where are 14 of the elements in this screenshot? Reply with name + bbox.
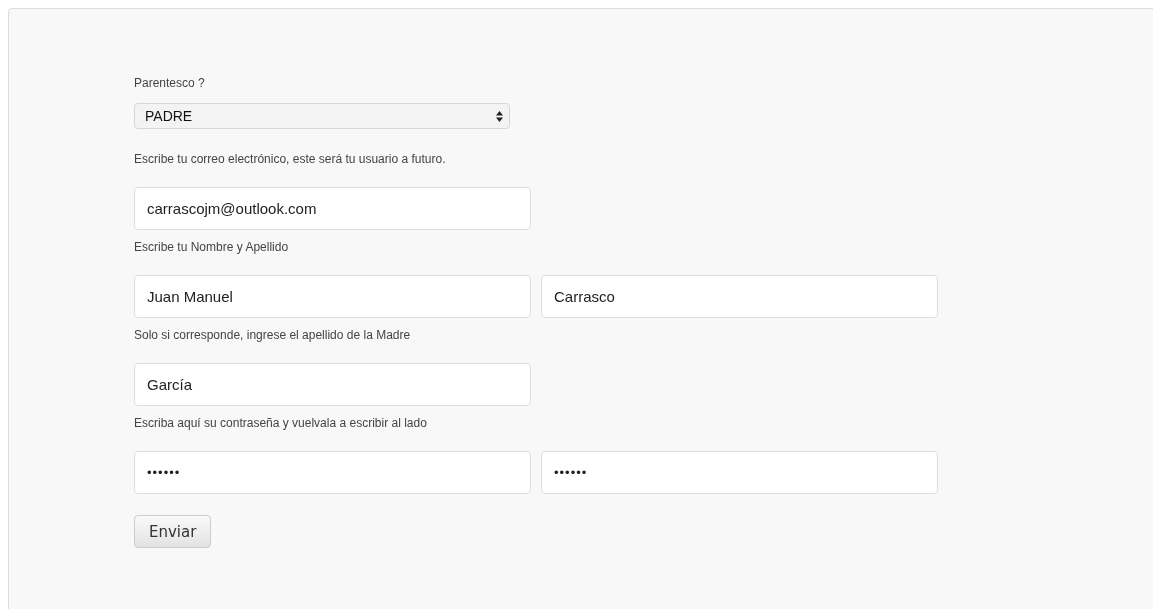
input-field[interactable]: Juan Manuel (134, 275, 531, 318)
input-field[interactable]: García (134, 363, 531, 406)
password-field[interactable]: •••••• (134, 451, 531, 494)
field-label: Solo si corresponde, ingrese el apellido de la Madre (134, 327, 412, 343)
select-dropdown[interactable]: PADRE (134, 103, 510, 129)
input-field[interactable]: Carrasco (541, 275, 938, 318)
field-label: Parentesco ? (134, 75, 206, 91)
field-label: Escriba aquí su contraseña y vuelvala a escribir al lado (134, 415, 428, 431)
sort-arrows-icon (496, 110, 503, 122)
submit-button[interactable]: Enviar (134, 515, 212, 548)
field-label: Escribe tu Nombre y Apellido (134, 239, 290, 255)
input-field[interactable]: carrascojm@outlook.com (134, 187, 531, 230)
password-field[interactable]: •••••• (541, 451, 938, 494)
field-label: Escribe tu correo electrónico, este será tu usuario a futuro. (134, 151, 447, 167)
